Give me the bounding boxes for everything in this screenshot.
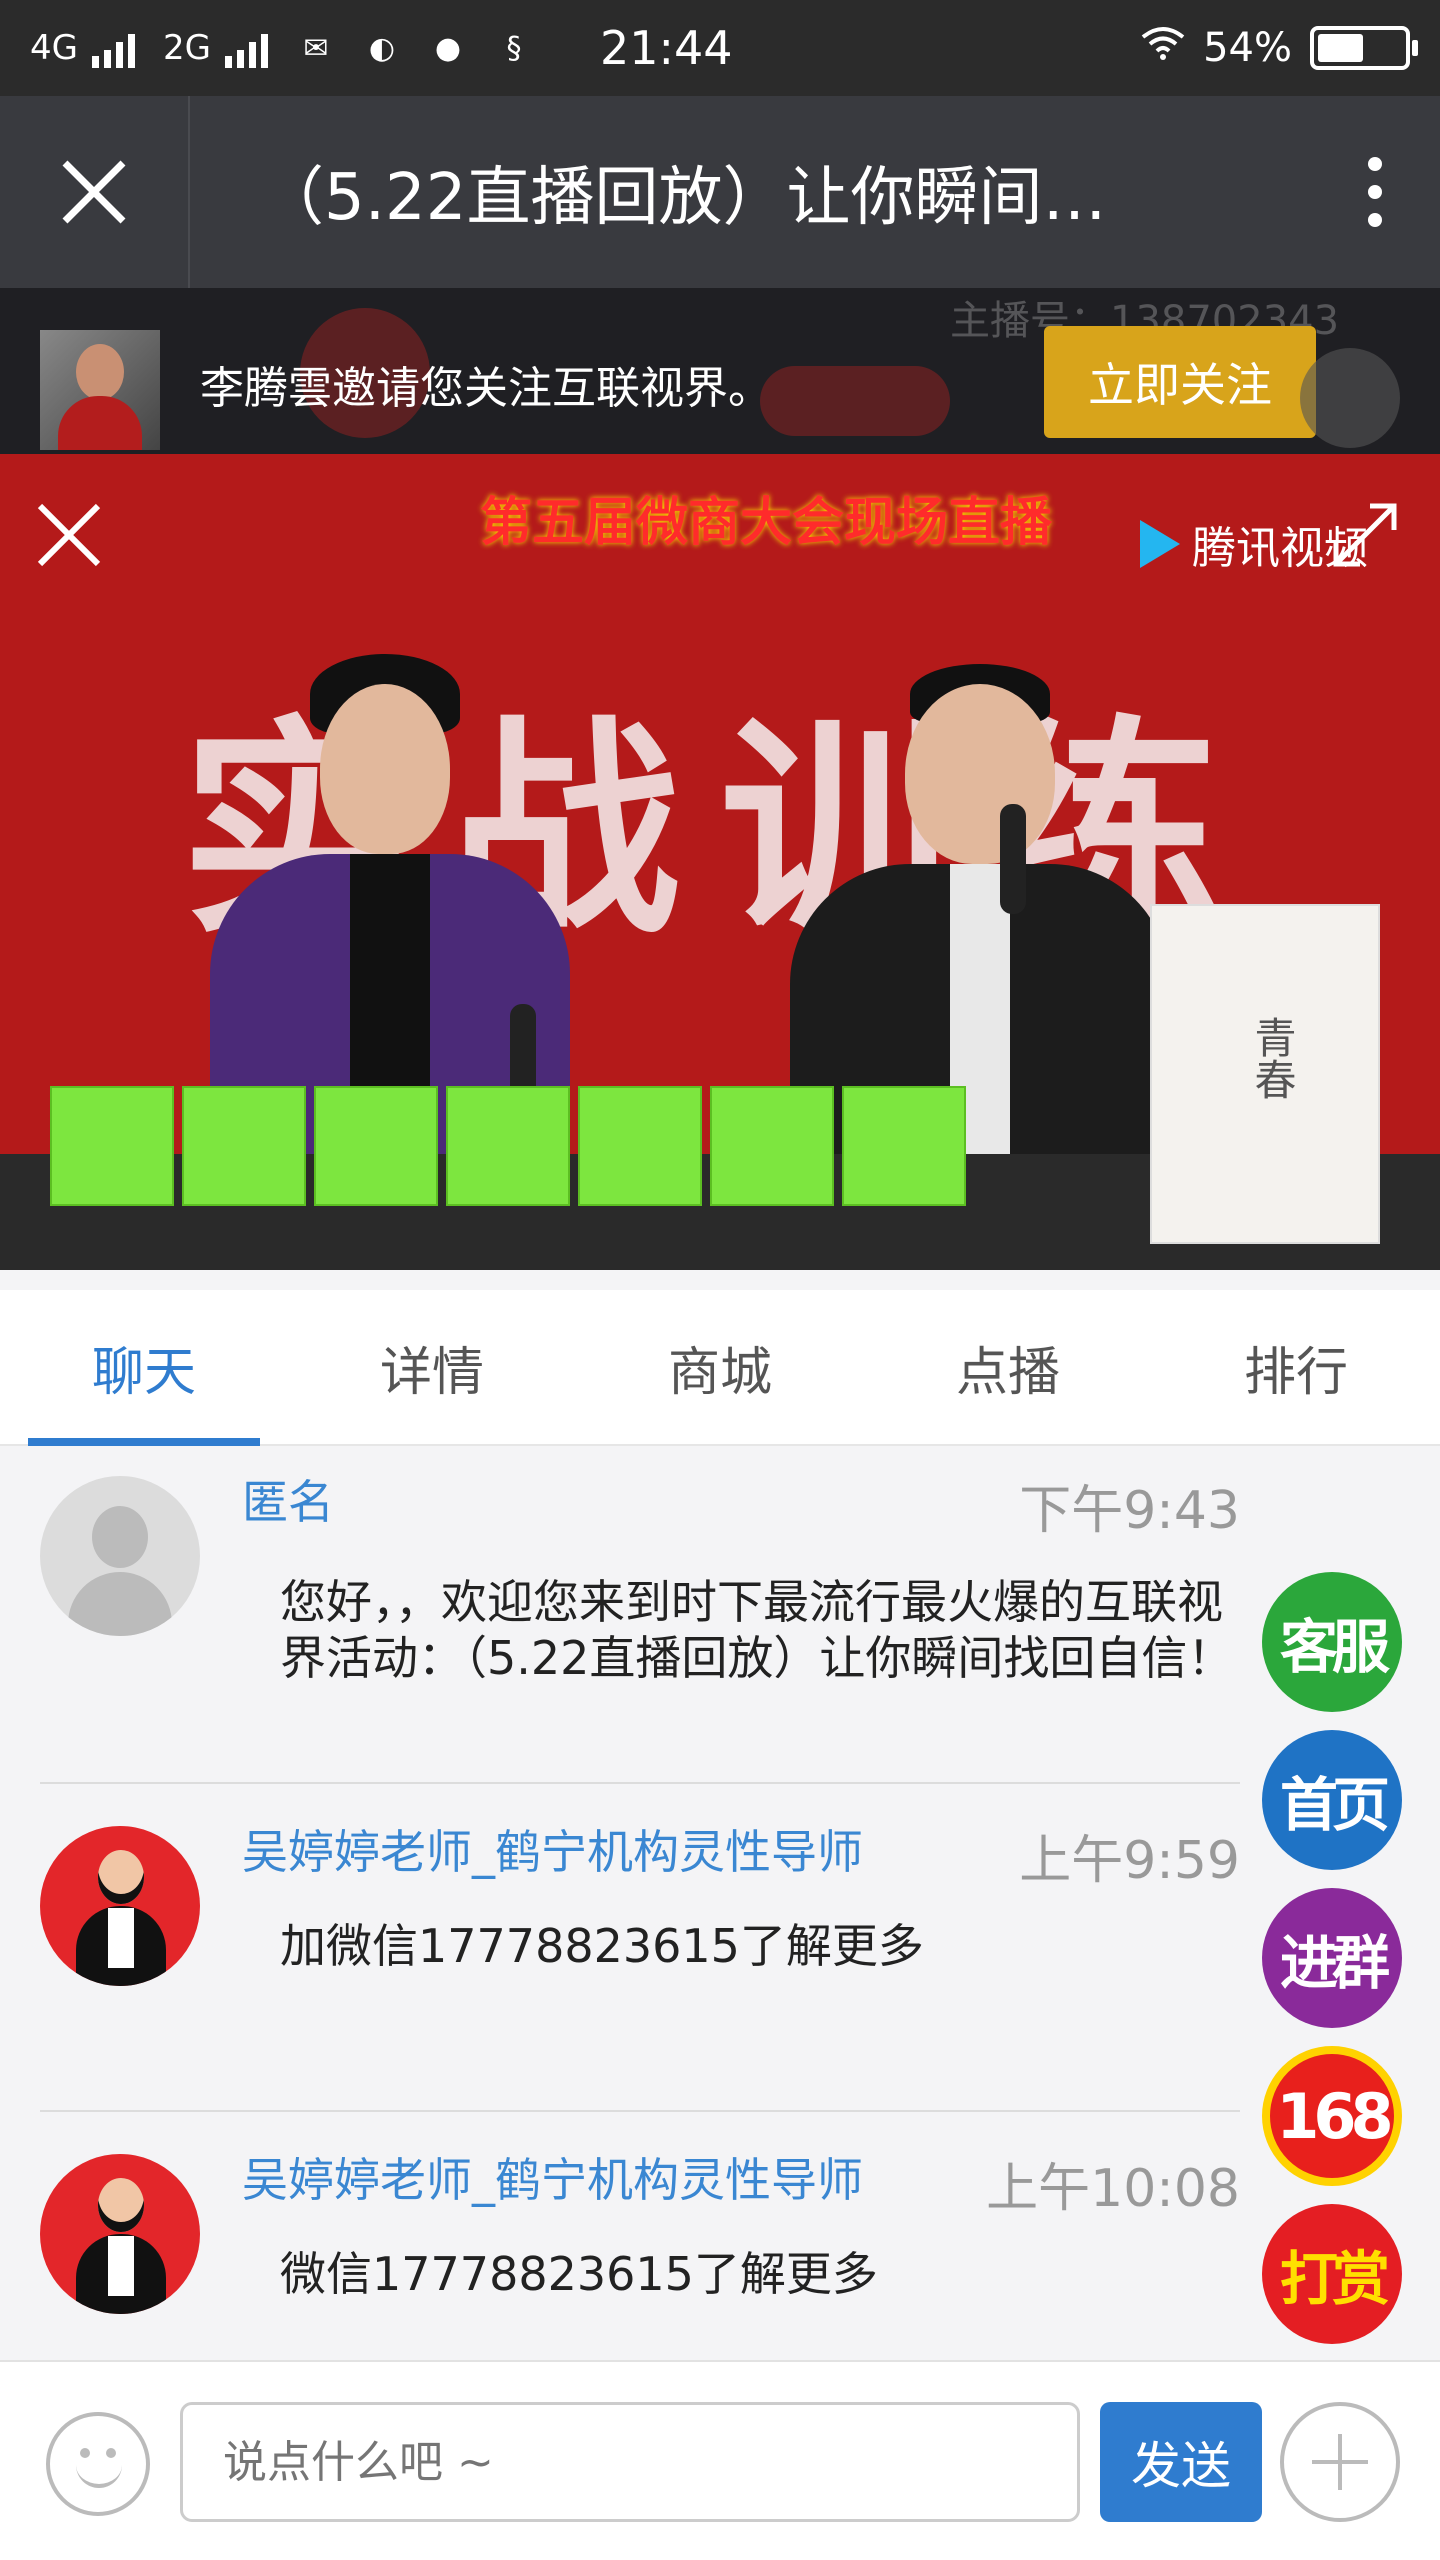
battery-percent: 54% xyxy=(1203,25,1292,71)
join-group-button[interactable]: 进群 xyxy=(1262,1888,1402,2028)
network-label-2g: 2G xyxy=(162,28,211,68)
gift-bag: 青春 xyxy=(1150,904,1380,1244)
message-time: 下午9:43 xyxy=(1019,1481,1240,1541)
invite-text: 李腾雲邀请您关注互联视界。 xyxy=(200,363,772,414)
message-time: 上午9:59 xyxy=(1019,1831,1240,1891)
signal-2g: 2G xyxy=(163,28,268,68)
home-button[interactable]: 首页 xyxy=(1262,1730,1402,1870)
tab-chat[interactable]: 聊天 xyxy=(0,1290,288,1446)
app-icon: ◐ xyxy=(368,30,396,66)
message-body: 微信17778823615了解更多 xyxy=(280,2247,878,2301)
message-author[interactable]: 匿名 xyxy=(242,1466,334,1532)
follow-button[interactable]: 立即关注 xyxy=(1044,326,1316,438)
expand-icon xyxy=(1333,503,1397,567)
network-label-4g: 4G xyxy=(30,28,78,68)
video-banner: 第五届微商大会现场直播 xyxy=(480,493,1053,553)
status-bar: 4G 2G ✉ ◐ ● § 21:44 54% xyxy=(0,0,1440,96)
close-button[interactable] xyxy=(0,96,190,288)
plus-icon[interactable] xyxy=(1280,2402,1400,2522)
tab-shop[interactable]: 商城 xyxy=(576,1290,864,1444)
divider xyxy=(40,1782,1240,1784)
chat-message: 吴婷婷老师_鹤宁机构灵性导师 上午10:08 微信17778823615了解更多 xyxy=(40,2134,1240,2354)
invite-banner: 主播号：138702343 李腾雲邀请您关注互联视界。 立即关注 xyxy=(0,288,1440,454)
close-icon xyxy=(37,503,101,567)
inviter-avatar xyxy=(40,330,160,450)
message-author[interactable]: 吴婷婷老师_鹤宁机构灵性导师 xyxy=(242,2144,863,2210)
product-boxes xyxy=(50,1086,966,1206)
send-button[interactable]: 发送 xyxy=(1100,2402,1262,2522)
emoji-icon[interactable] xyxy=(46,2412,150,2516)
avatar xyxy=(40,2154,200,2314)
video-player[interactable]: 实战训练 第五届微商大会现场直播 青春 腾讯视频 xyxy=(0,454,1440,1270)
gift-bag-text: 青春 xyxy=(1248,1016,1297,1100)
message-body: 加微信17778823615了解更多 xyxy=(280,1919,924,1973)
weishang-168-button[interactable]: 168 xyxy=(1262,2046,1402,2186)
tab-ranking[interactable]: 排行 xyxy=(1152,1290,1440,1444)
chat-input-bar: 发送 xyxy=(0,2360,1440,2560)
wechat-icon: ✉ xyxy=(303,30,329,66)
wifi-icon xyxy=(1141,25,1185,71)
battery-icon xyxy=(1310,26,1418,70)
play-logo-icon xyxy=(1140,520,1180,568)
tab-bar: 聊天 详情 商城 点播 排行 xyxy=(0,1290,1440,1446)
avatar xyxy=(40,1476,200,1636)
message-icon: ● xyxy=(434,30,462,66)
title-bar: （5.22直播回放）让你瞬间… xyxy=(0,96,1440,288)
page-title: （5.22直播回放）让你瞬间… xyxy=(260,161,1107,235)
chat-input[interactable] xyxy=(180,2402,1080,2522)
signal-4g: 4G xyxy=(30,28,135,68)
subscribe-button-ghost xyxy=(760,366,950,436)
fullscreen-button[interactable] xyxy=(1330,500,1400,574)
tab-details[interactable]: 详情 xyxy=(288,1290,576,1444)
signal-icon xyxy=(224,34,268,68)
video-close-button[interactable] xyxy=(34,500,104,574)
chat-message: 匿名 下午9:43 您好，，欢迎您来到时下最流行最火爆的互联视界活动：（5.22… xyxy=(40,1456,1240,1776)
close-icon xyxy=(62,160,126,224)
message-time: 上午10:08 xyxy=(986,2159,1240,2219)
more-menu-button[interactable] xyxy=(1310,96,1440,288)
chat-list[interactable]: 匿名 下午9:43 您好，，欢迎您来到时下最流行最火爆的互联视界活动：（5.22… xyxy=(0,1448,1440,2358)
avatar xyxy=(40,1826,200,1986)
clock: 21:44 xyxy=(599,21,733,75)
reward-button[interactable]: 打赏 xyxy=(1262,2204,1402,2344)
signal-icon xyxy=(91,34,135,68)
customer-service-button[interactable]: 客服 xyxy=(1262,1572,1402,1712)
chat-message: 吴婷婷老师_鹤宁机构灵性导师 上午9:59 加微信17778823615了解更多 xyxy=(40,1806,1240,2106)
message-author[interactable]: 吴婷婷老师_鹤宁机构灵性导师 xyxy=(242,1816,863,1882)
user-avatar-ghost xyxy=(1300,348,1400,448)
s-icon: § xyxy=(506,30,522,66)
message-body: 您好，，欢迎您来到时下最流行最火爆的互联视界活动：（5.22直播回放）让你瞬间找… xyxy=(280,1575,1234,1685)
divider xyxy=(40,2110,1240,2112)
tab-vod[interactable]: 点播 xyxy=(864,1290,1152,1444)
